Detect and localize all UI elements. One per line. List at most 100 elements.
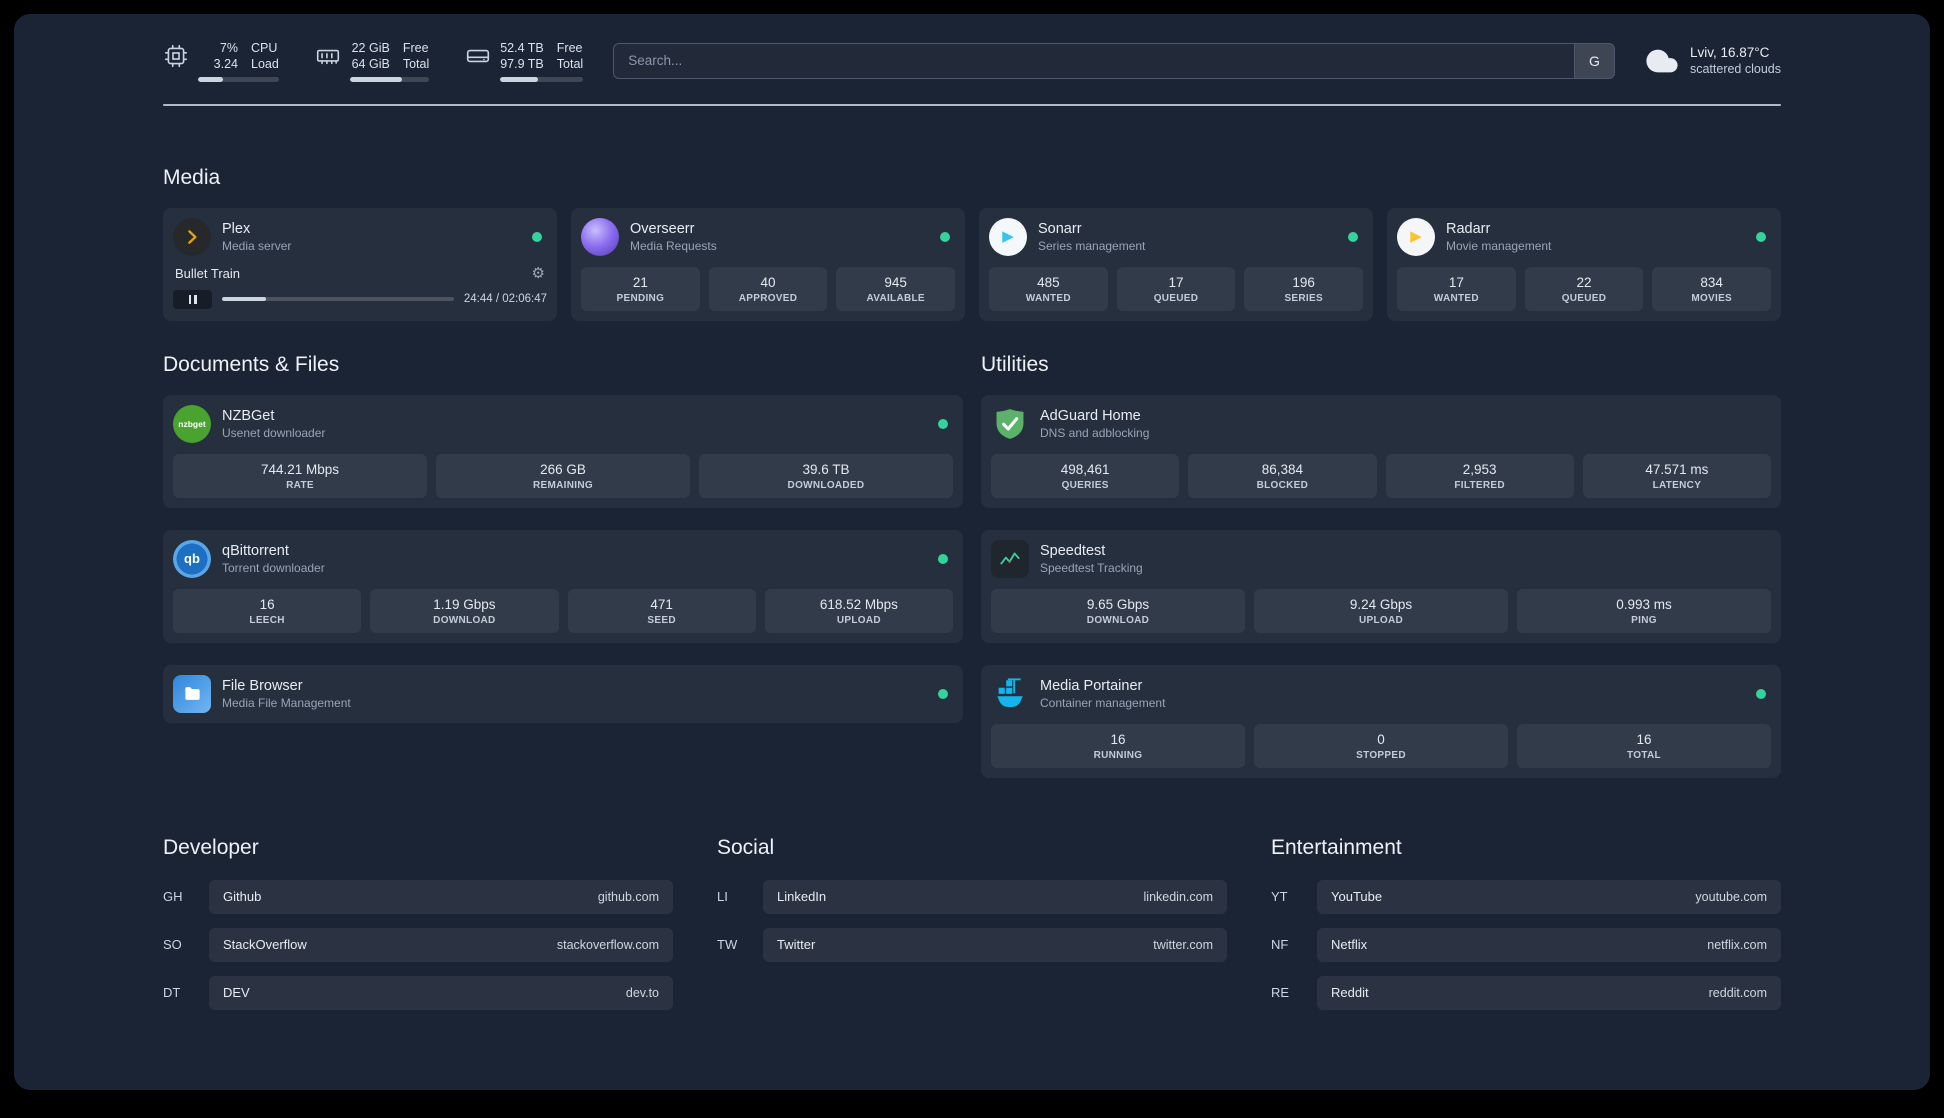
service-name: Overseerr (630, 220, 695, 237)
disk-free-value: 52.4 TB (500, 41, 544, 55)
stat-label: WANTED (1433, 292, 1479, 304)
stat-label: SEED (647, 614, 676, 626)
stat-label: RUNNING (1093, 749, 1143, 761)
service-name: NZBGet (222, 407, 275, 424)
status-dot (938, 418, 948, 429)
plex-icon (173, 217, 211, 256)
portainer-card[interactable]: Media Portainer Container management 16 … (981, 664, 1781, 778)
search-provider-button[interactable]: G (1573, 43, 1614, 78)
bookmark-url: linkedin.com (1143, 889, 1213, 904)
stat-value: 1.19 Gbps (433, 596, 496, 612)
nzbget-icon: nzbget (173, 404, 211, 443)
bookmark-name: YouTube (1331, 889, 1383, 904)
service-name: AdGuard Home (1040, 407, 1141, 424)
cloud-icon (1645, 44, 1679, 78)
stat-label: SERIES (1284, 292, 1323, 304)
stat-label: AVAILABLE (866, 292, 925, 304)
service-desc: Media server (222, 238, 292, 253)
plex-card[interactable]: Plex Media server Bullet Train ⚙ 24:44 /… (163, 207, 557, 321)
nzbget-card[interactable]: nzbget NZBGet Usenet downloader 744.21 M… (163, 394, 963, 508)
playback-progress-bar (222, 297, 454, 301)
bookmark-stackoverflow[interactable]: SO StackOverflow stackoverflow.com (163, 927, 673, 962)
disk-widget: 52.4 TB 97.9 TB Free Total (465, 40, 584, 82)
stat-value: 2,953 (1462, 461, 1497, 477)
stat-value: 47.571 ms (1645, 461, 1709, 477)
stat-label: DOWNLOADED (787, 479, 865, 491)
stat-box: 9.65 Gbps DOWNLOAD (991, 588, 1245, 633)
bookmark-name: Twitter (777, 937, 816, 952)
stat-box: 618.52 Mbps UPLOAD (764, 588, 953, 633)
radarr-card[interactable]: Radarr Movie management 17 WANTED 22 QUE… (1387, 207, 1781, 321)
status-dot (938, 688, 948, 699)
bookmark-twitter[interactable]: TW Twitter twitter.com (717, 927, 1227, 962)
stat-value: 9.65 Gbps (1086, 596, 1150, 612)
adguard-card[interactable]: AdGuard Home DNS and adblocking 498,461 … (981, 394, 1781, 508)
cpu-load-value: 3.24 (213, 57, 238, 72)
bookmark-reddit[interactable]: RE Reddit reddit.com (1271, 975, 1781, 1010)
speedtest-card[interactable]: Speedtest Speedtest Tracking 9.65 Gbps D… (981, 529, 1781, 643)
bookmark-abbr: NF (1271, 937, 1289, 952)
stat-value: 21 (632, 274, 648, 290)
service-desc: Movie management (1446, 238, 1552, 253)
sonarr-card[interactable]: Sonarr Series management 485 WANTED 17 Q… (979, 207, 1373, 321)
cpu-widget: 7% 3.24 CPU Load (163, 40, 279, 82)
bookmark-youtube[interactable]: YT YouTube youtube.com (1271, 879, 1781, 914)
disk-icon (465, 43, 491, 69)
stat-box: 39.6 TB DOWNLOADED (699, 453, 953, 498)
stat-box: 744.21 Mbps RATE (173, 453, 427, 498)
stat-value: 498,461 (1060, 461, 1110, 477)
stat-value: 471 (650, 596, 673, 612)
service-desc: Media Requests (630, 238, 717, 253)
stat-box: 22 QUEUED (1524, 266, 1644, 311)
bookmark-netflix[interactable]: NF Netflix netflix.com (1271, 927, 1781, 962)
sonarr-icon (989, 217, 1027, 256)
bookmark-url: stackoverflow.com (556, 937, 659, 952)
stat-box: 0.993 ms PING (1517, 588, 1771, 633)
portainer-icon (991, 675, 1029, 713)
qbittorrent-card[interactable]: qb qBittorrent Torrent downloader 16 LEE… (163, 529, 963, 643)
disk-usage-bar (500, 76, 584, 82)
section-heading-media: Media (163, 165, 221, 189)
section-heading-documents: Documents & Files (163, 352, 340, 376)
bookmark-name: Reddit (1331, 985, 1369, 1000)
stat-value: 22 (1576, 274, 1592, 290)
stat-box: 86,384 BLOCKED (1188, 453, 1377, 498)
disk-usage-bar-fill (500, 76, 539, 82)
stat-value: 744.21 Mbps (260, 461, 340, 477)
stat-box: 16 RUNNING (991, 723, 1245, 768)
settings-gear-icon[interactable] (532, 266, 545, 281)
stat-value: 9.24 Gbps (1349, 596, 1413, 612)
service-desc: DNS and adblocking (1040, 425, 1150, 440)
stat-value: 86,384 (1261, 461, 1304, 477)
pause-button[interactable] (173, 289, 212, 309)
stat-label: QUERIES (1061, 479, 1109, 491)
stat-box: 17 QUEUED (1116, 266, 1236, 311)
stat-label: QUEUED (1561, 292, 1607, 304)
stat-value: 485 (1037, 274, 1060, 290)
stat-value: 266 GB (540, 461, 586, 477)
service-name: File Browser (222, 677, 303, 694)
bookmark-linkedin[interactable]: LI LinkedIn linkedin.com (717, 879, 1227, 914)
bookmarks-group-entertainment: Entertainment YT YouTube youtube.com NF … (1271, 836, 1781, 1010)
resource-widgets: 7% 3.24 CPU Load 22 GiB 64 GiB Free Tota… (163, 40, 584, 82)
stat-box: 196 SERIES (1244, 266, 1364, 311)
playback-time: 24:44 / 02:06:47 (463, 293, 547, 305)
bookmark-name: LinkedIn (777, 889, 827, 904)
stat-value: 834 (1700, 274, 1723, 290)
media-section: Media Plex Media server Bullet Train ⚙ 2… (163, 166, 1781, 321)
stat-box: 945 AVAILABLE (836, 266, 956, 311)
stat-box: 266 GB REMAINING (436, 453, 690, 498)
memory-usage-bar (349, 76, 430, 82)
bookmark-abbr: YT (1271, 889, 1288, 904)
bookmark-dev[interactable]: DT DEV dev.to (163, 975, 673, 1010)
nzbget-icon-text: nzbget (178, 418, 206, 429)
stat-value: 16 (1636, 731, 1652, 747)
bookmark-github[interactable]: GH Github github.com (163, 879, 673, 914)
qbittorrent-icon: qb (173, 539, 211, 578)
search-input[interactable] (614, 43, 1574, 78)
memory-free-label: Free (402, 41, 429, 55)
overseerr-card[interactable]: Overseerr Media Requests 21 PENDING 40 A… (571, 207, 965, 321)
filebrowser-card[interactable]: File Browser Media File Management (163, 664, 963, 723)
stat-value: 0 (1377, 731, 1385, 747)
bookmark-name: DEV (223, 985, 250, 1000)
